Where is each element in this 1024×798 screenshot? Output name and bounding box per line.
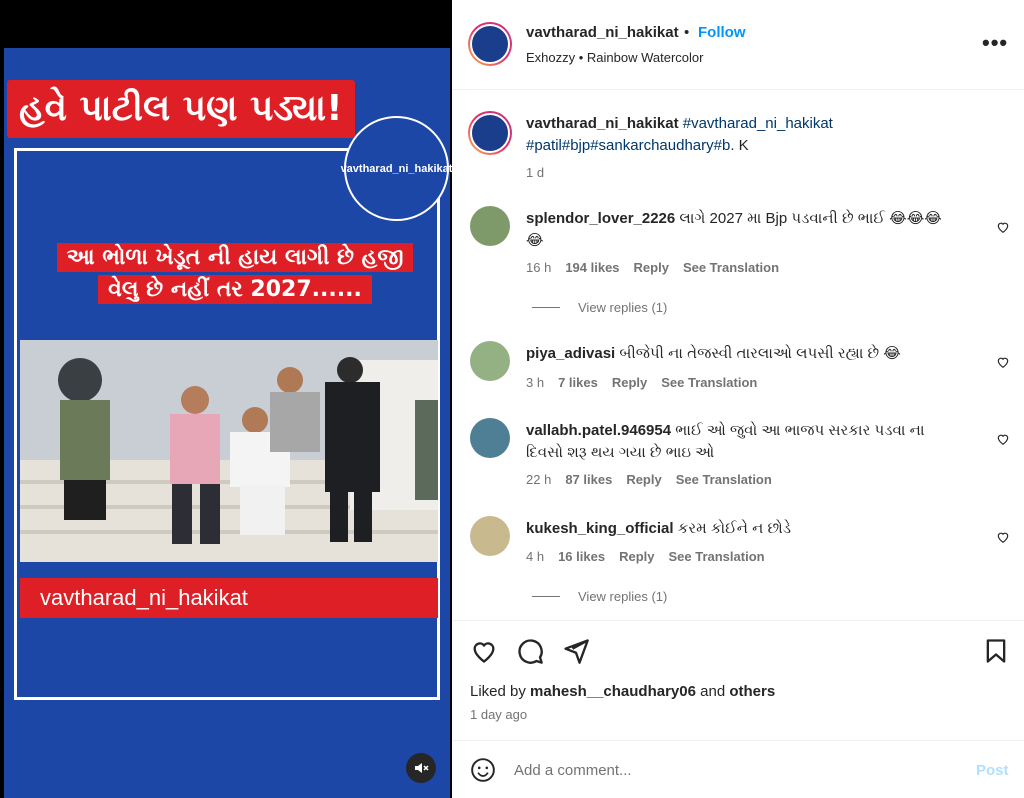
comment-reply-button[interactable]: Reply [634, 260, 669, 275]
see-translation-button[interactable]: See Translation [661, 375, 757, 390]
caption-time: 1 d [526, 165, 545, 180]
follow-button[interactable]: Follow [698, 24, 746, 41]
post-comment-button[interactable]: Post [976, 762, 1009, 779]
photo-scene-illustration [20, 340, 438, 562]
comment-bubble-icon[interactable] [516, 637, 544, 665]
comment-text: piya_adivasi બીજેપી ના તેજસ્વી તારલાઓ લપ… [526, 343, 986, 365]
comment-time: 3 h [526, 375, 545, 390]
post-actions: Liked by mahesh__chaudhary06 and others … [452, 620, 1024, 738]
caption-hashtags[interactable]: #patil#bjp#sankarchaudhary [526, 137, 714, 154]
view-replies-button[interactable]: View replies (1) [532, 300, 667, 315]
speaker-muted-icon [415, 763, 429, 773]
liked-by-text: Liked by mahesh__chaudhary06 and others [470, 683, 775, 700]
commenter-username[interactable]: piya_adivasi [526, 345, 615, 362]
comment-reply-button[interactable]: Reply [612, 375, 647, 390]
save-bookmark-icon[interactable] [982, 637, 1010, 665]
comment-time: 16 h [526, 260, 552, 275]
view-replies-label: View replies (1) [578, 589, 668, 604]
video-subtitle: આ ભોળા ખેડૂત ની હાય લાગી છે હજી વેલુ છે … [40, 243, 430, 307]
commenter-username[interactable]: kukesh_king_official [526, 520, 674, 537]
view-replies-button[interactable]: View replies (1) [532, 589, 667, 604]
comment-meta: 4 h 16 likes Reply See Translation [526, 549, 765, 564]
comment-text: kukesh_king_official કરમ કોઈને ન છોડે [526, 518, 986, 540]
share-send-icon[interactable] [562, 637, 590, 665]
see-translation-button[interactable]: See Translation [668, 549, 764, 564]
comment-meta: 22 h 87 likes Reply See Translation [526, 472, 772, 487]
view-replies-label: View replies (1) [578, 300, 668, 315]
liked-by-username[interactable]: mahesh__chaudhary06 [530, 683, 696, 700]
like-comment-heart-icon[interactable] [996, 220, 1010, 234]
comment-body: ભાઈ ઓ જુવો આ ભાજપ સરકાર પડવા ના [675, 422, 925, 439]
post-age: 1 day ago [470, 707, 528, 722]
author-username[interactable]: vavtharad_ni_hakikat [526, 24, 679, 41]
comment-reply-button[interactable]: Reply [626, 472, 661, 487]
see-translation-button[interactable]: See Translation [683, 260, 779, 275]
comment-body-line2: 😂 [526, 232, 544, 249]
replies-line [532, 596, 560, 597]
comment-text: vallabh.patel.946954 ભાઈ ઓ જુવો આ ભાજપ સ… [526, 420, 986, 464]
comment-likes[interactable]: 7 likes [558, 375, 598, 390]
commenter-username[interactable]: vallabh.patel.946954 [526, 422, 671, 439]
liked-by-prefix: Liked by [470, 683, 526, 700]
comment-body: લાગે 2027 મા Bjp પડવાની છે ભાઈ 😂😂😂 [679, 210, 942, 227]
channel-logo: vavtharad_ni_hakikat [341, 116, 452, 221]
video-headline: હવે પાટીલ પણ પડ્યા! [7, 80, 355, 138]
comment-body-line2: દિવસો શરૂ થય ગયા છે ભાઇ ઓ [526, 444, 715, 461]
add-comment-input[interactable] [514, 755, 954, 785]
liked-by-others[interactable]: others [729, 683, 775, 700]
comment-likes[interactable]: 16 likes [558, 549, 605, 564]
comment-time: 22 h [526, 472, 552, 487]
caption-author-avatar[interactable] [468, 111, 512, 155]
comment-likes[interactable]: 87 likes [565, 472, 612, 487]
caption-meta: 1 d [526, 165, 544, 180]
video-watermark: vavtharad_ni_hakikat [20, 578, 438, 618]
comment-reply-button[interactable]: Reply [619, 549, 654, 564]
replies-line [532, 307, 560, 308]
caption-author-avatar-image [470, 113, 510, 153]
author-avatar[interactable] [468, 22, 512, 66]
comment-likes[interactable]: 194 likes [565, 260, 619, 275]
subtitle-line-1: આ ભોળા ખેડૂત ની હાય લાગી છે હજી [56, 243, 414, 272]
comment-text: splendor_lover_2226 લાગે 2027 મા Bjp પડવ… [526, 208, 986, 252]
commenter-avatar[interactable] [470, 341, 510, 381]
commenter-username[interactable]: splendor_lover_2226 [526, 210, 675, 227]
like-heart-icon[interactable] [470, 637, 498, 665]
like-comment-heart-icon[interactable] [996, 432, 1010, 446]
post-caption: vavtharad_ni_hakikat #vavtharad_ni_hakik… [452, 111, 1024, 191]
comment-body: કરમ કોઈને ન છોડે [677, 520, 792, 537]
caption-text: vavtharad_ni_hakikat #vavtharad_ni_hakik… [526, 113, 986, 157]
comment-body: બીજેપી ના તેજસ્વી તારલાઓ લપસી રહ્યા છે 😂 [619, 345, 901, 362]
commenter-avatar[interactable] [470, 516, 510, 556]
post-media[interactable]: હવે પાટીલ પણ પડ્યા! vavtharad_ni_hakikat… [0, 0, 452, 798]
subtitle-line-2: વેલુ છે નહીં તર 2027...... [98, 275, 372, 304]
post-header: vavtharad_ni_hakikat • Follow Exhozzy • … [452, 0, 1024, 90]
comment-time: 4 h [526, 549, 545, 564]
author-avatar-image [470, 24, 510, 64]
caption-hashtag[interactable]: #vavtharad_ni_hakikat [683, 115, 833, 132]
comment-meta: 16 h 194 likes Reply See Translation [526, 260, 779, 275]
mute-button[interactable] [406, 753, 436, 783]
comment-composer: Post [452, 740, 1024, 798]
more-options-icon[interactable]: ••• [982, 30, 1008, 56]
see-translation-button[interactable]: See Translation [676, 472, 772, 487]
commenter-avatar[interactable] [470, 418, 510, 458]
caption-hashtag-b[interactable]: #b [714, 137, 731, 154]
caption-username[interactable]: vavtharad_ni_hakikat [526, 115, 679, 132]
post-sidebar: vavtharad_ni_hakikat • Follow Exhozzy • … [452, 0, 1024, 798]
emoji-icon[interactable] [470, 757, 496, 783]
audio-track-link[interactable]: Exhozzy • Rainbow Watercolor [526, 50, 703, 65]
caption-tail: . K [730, 137, 749, 154]
video-photo [20, 340, 438, 562]
liked-by-and: and [700, 683, 726, 700]
comments-list[interactable]: vavtharad_ni_hakikat #vavtharad_ni_hakik… [452, 91, 1024, 619]
commenter-avatar[interactable] [470, 206, 510, 246]
reel-video[interactable]: હવે પાટીલ પણ પડ્યા! vavtharad_ni_hakikat… [4, 48, 452, 798]
comment-meta: 3 h 7 likes Reply See Translation [526, 375, 757, 390]
separator-dot: • [684, 24, 690, 41]
like-comment-heart-icon[interactable] [996, 530, 1010, 544]
like-comment-heart-icon[interactable] [996, 355, 1010, 369]
